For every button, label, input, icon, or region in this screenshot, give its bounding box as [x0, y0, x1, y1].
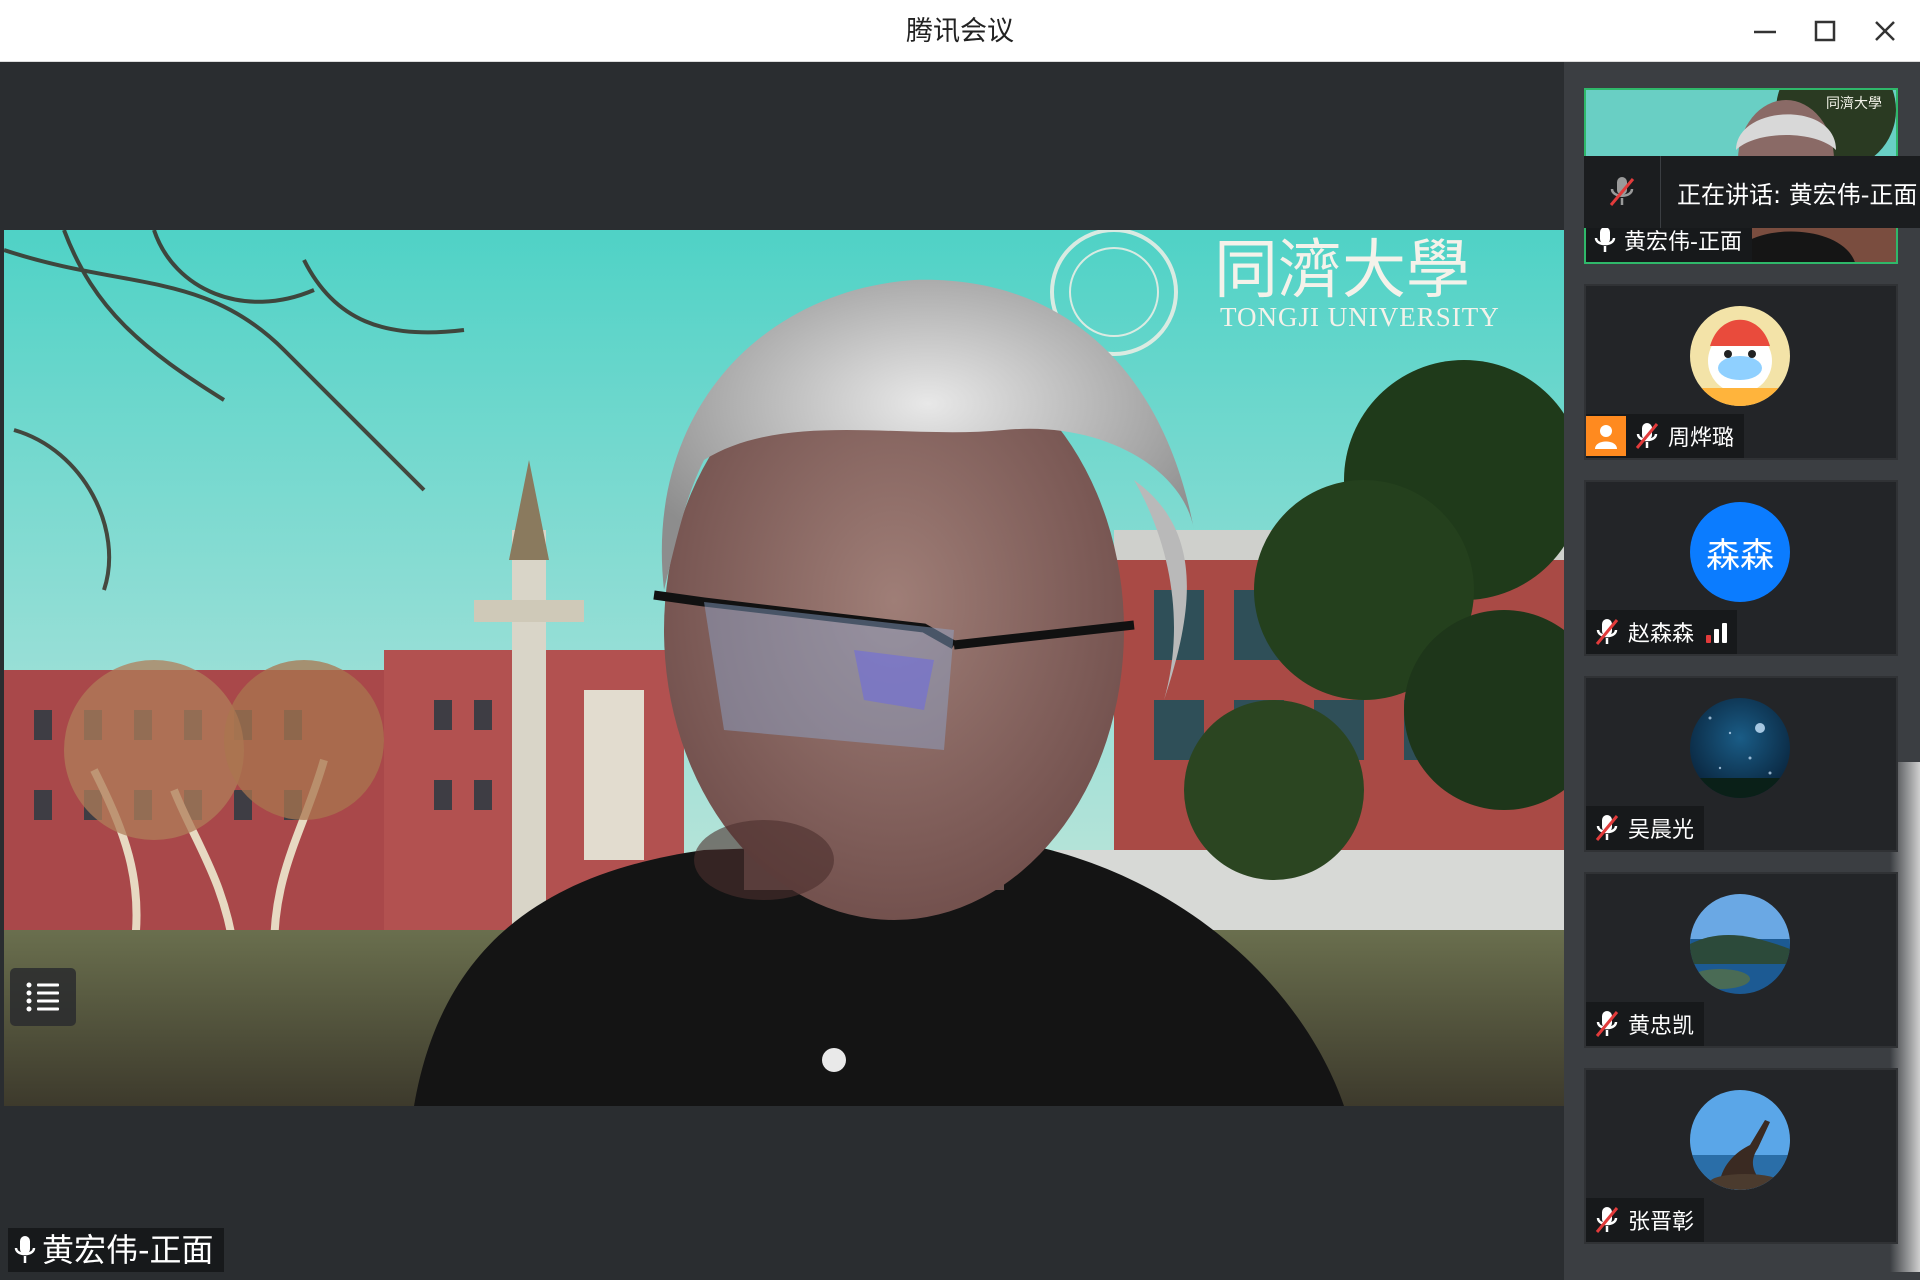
university-watermark-cn: 同濟大學 — [1214, 234, 1470, 308]
participant-name: 张晋彰 — [1628, 1210, 1695, 1235]
participant-avatar — [1690, 1090, 1790, 1190]
participant-name-tag: 吴晨光 — [1586, 806, 1705, 850]
network-signal-icon — [1706, 621, 1728, 643]
participant-name: 黄宏伟-正面 — [1624, 230, 1742, 255]
maximize-icon — [1814, 20, 1836, 42]
participant-tile-wu-chenguang[interactable]: 吴晨光 — [1584, 676, 1898, 852]
speaker-video-frame: 同濟大學 TONGJI UNIVERSITY — [4, 230, 1564, 1106]
participant-sidebar: 同濟大學 黄宏伟-正面 周烨璐 森森 赵森森 吴晨光 黄忠凯 张晋彰 — [1564, 62, 1920, 1280]
speaking-indicator: 正在讲话: 黄宏伟-正面 — [1584, 156, 1920, 228]
participant-name: 周烨璐 — [1668, 426, 1735, 451]
close-icon — [1875, 21, 1895, 41]
participant-tile-zhao-sensen[interactable]: 森森 赵森森 — [1584, 480, 1898, 656]
main-speaker-label: 黄宏伟-正面 — [8, 1228, 224, 1272]
muted-microphone-icon — [1595, 1207, 1619, 1233]
muted-microphone-icon — [1635, 423, 1659, 449]
participant-tile-huang-zhongkai[interactable]: 黄忠凯 — [1584, 872, 1898, 1048]
avatar-initials: 森森 — [1706, 535, 1774, 576]
host-icon — [1586, 416, 1626, 456]
speaking-mic-slot — [1584, 156, 1661, 228]
menu-list-button[interactable] — [10, 968, 76, 1026]
participant-name-tag: 黄忠凯 — [1586, 1002, 1705, 1046]
participant-name: 黄忠凯 — [1628, 1014, 1695, 1039]
muted-microphone-icon — [1595, 619, 1619, 645]
participant-avatar — [1690, 306, 1790, 406]
participant-tile-zhang-jinzhang[interactable]: 张晋彰 — [1584, 1068, 1898, 1244]
university-watermark-en: TONGJI UNIVERSITY — [1220, 302, 1500, 332]
main-video: 同濟大學 TONGJI UNIVERSITY — [4, 230, 1564, 1106]
title-bar: 腾讯会议 — [0, 0, 1920, 62]
thumb-watermark-cn: 同濟大學 — [1826, 96, 1882, 112]
participant-name: 赵森森 — [1628, 622, 1695, 647]
main-speaker-name: 黄宏伟-正面 — [42, 1231, 214, 1269]
speaking-indicator-text: 正在讲话: 黄宏伟-正面 — [1677, 180, 1918, 209]
muted-microphone-icon — [1595, 1011, 1619, 1037]
main-stage: 同濟大學 TONGJI UNIVERSITY 黄宏伟-正面 — [4, 62, 1564, 1276]
list-icon — [26, 982, 59, 1012]
participant-name-tag: 赵森森 — [1586, 610, 1738, 654]
participant-avatar — [1690, 698, 1790, 798]
close-button[interactable] — [1865, 11, 1905, 51]
participant-avatar: 森森 — [1690, 502, 1790, 602]
participant-avatar — [1690, 894, 1790, 994]
microphone-icon — [1594, 227, 1616, 252]
window-title: 腾讯会议 — [906, 16, 1014, 47]
participant-name-tag: 周烨璐 — [1586, 414, 1745, 458]
participant-name: 吴晨光 — [1628, 818, 1695, 843]
minimize-button[interactable] — [1745, 11, 1785, 51]
muted-microphone-icon — [1595, 815, 1619, 841]
participant-name-tag: 张晋彰 — [1586, 1198, 1705, 1242]
muted-microphone-icon — [1609, 177, 1635, 206]
maximize-button[interactable] — [1805, 11, 1845, 51]
participant-tile-zhou-yelu[interactable]: 周烨璐 — [1584, 284, 1898, 460]
minimize-icon — [1754, 30, 1776, 34]
microphone-icon — [14, 1236, 36, 1263]
